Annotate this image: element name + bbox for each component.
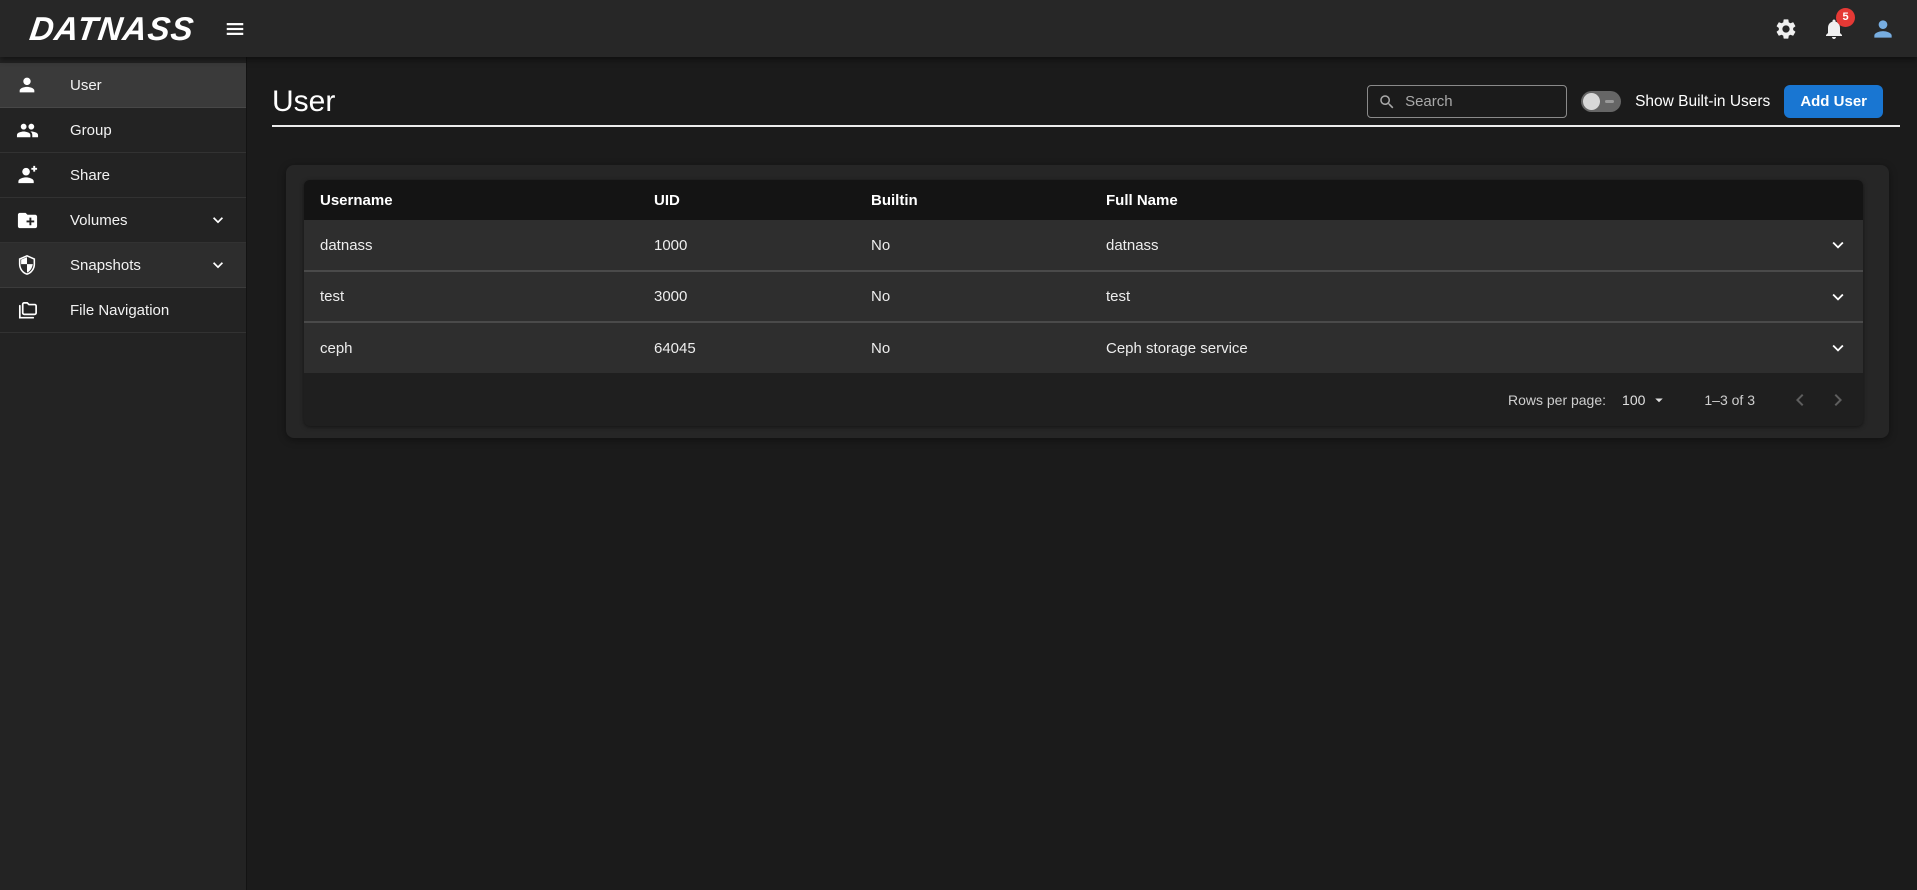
- table-row[interactable]: datnass 1000 No datnass: [304, 220, 1863, 271]
- cell-builtin: No: [855, 321, 1090, 373]
- rows-per-page-label: Rows per page:: [1507, 391, 1607, 408]
- next-page-button[interactable]: [1825, 387, 1851, 413]
- person-icon: [16, 74, 40, 96]
- user-table-paper: Username UID Builtin Full Name datnass 1…: [304, 180, 1863, 426]
- shield-icon: [16, 254, 40, 276]
- sidebar-item-group[interactable]: Group: [0, 108, 246, 153]
- cell-fullname: datnass: [1090, 220, 1807, 271]
- chevron-left-icon: [1796, 393, 1804, 406]
- sidebar-item-label: Group: [70, 121, 112, 139]
- app-logo: DATNASS: [27, 9, 197, 47]
- sidebar-item-snapshots[interactable]: Snapshots: [0, 243, 246, 288]
- cell-username: datnass: [304, 220, 638, 271]
- table-row[interactable]: test 3000 No test: [304, 270, 1863, 322]
- column-header-username: Username: [304, 180, 638, 220]
- table-row[interactable]: ceph 64045 No Ceph storage service: [304, 321, 1863, 373]
- title-divider: [272, 125, 1900, 127]
- user-avatar-icon[interactable]: [1870, 16, 1896, 42]
- column-header-uid: UID: [638, 180, 855, 220]
- page-title: User: [272, 84, 336, 118]
- topbar: DATNASS 5: [0, 0, 1917, 57]
- cell-builtin: No: [855, 220, 1090, 271]
- dropdown-caret-icon: [1655, 398, 1664, 402]
- sidebar-item-file-navigation[interactable]: File Navigation: [0, 288, 246, 333]
- toggle-off-dash: [1605, 100, 1615, 103]
- sidebar-item-user[interactable]: User: [0, 63, 246, 108]
- page-toolbar: Show Built-in Users Add User: [1367, 85, 1883, 118]
- table-header-row: Username UID Builtin Full Name: [304, 180, 1863, 220]
- column-header-builtin: Builtin: [855, 180, 1090, 220]
- table-pagination: Rows per page: 100 1–3 of 3: [304, 373, 1863, 426]
- cell-uid: 64045: [638, 321, 855, 373]
- notifications-icon[interactable]: 5: [1822, 7, 1855, 42]
- sidebar-item-label: Snapshots: [70, 256, 141, 274]
- pagination-range: 1–3 of 3: [1704, 391, 1755, 408]
- sidebar-item-label: File Navigation: [70, 301, 170, 319]
- hamburger-icon: [226, 22, 244, 35]
- rows-per-page-value: 100: [1622, 391, 1646, 408]
- sidebar-item-label: Volumes: [70, 211, 128, 229]
- chevron-down-icon: [1832, 344, 1844, 352]
- rows-per-page-select[interactable]: 100: [1622, 391, 1668, 409]
- menu-icon[interactable]: [220, 14, 250, 44]
- sidebar-item-label: Share: [70, 166, 111, 184]
- add-user-button[interactable]: Add User: [1784, 85, 1883, 118]
- chevron-down-icon: [1832, 241, 1844, 249]
- main-content: User Show Built-in Users Add User: [247, 57, 1917, 890]
- sidebar-item-label: User: [70, 76, 102, 94]
- search-box: [1367, 85, 1568, 118]
- chevron-down-icon: [208, 255, 228, 275]
- previous-page-button[interactable]: [1787, 387, 1813, 413]
- cell-uid: 1000: [638, 220, 855, 271]
- column-header-expand: [1807, 180, 1863, 220]
- cell-fullname: Ceph storage service: [1090, 321, 1807, 373]
- user-table: Username UID Builtin Full Name datnass 1…: [304, 180, 1863, 373]
- person-add-icon: [16, 164, 40, 187]
- search-icon: [1380, 94, 1394, 108]
- topbar-actions: 5: [1774, 7, 1896, 42]
- toggle-label: Show Built-in Users: [1635, 92, 1771, 110]
- table-body: datnass 1000 No datnass test 3000 No tes…: [304, 220, 1863, 373]
- row-expand-button[interactable]: [1827, 234, 1849, 256]
- group-icon: [16, 119, 40, 142]
- sidebar-item-share[interactable]: Share: [0, 153, 246, 198]
- row-expand-button[interactable]: [1827, 286, 1849, 308]
- folders-icon: [16, 299, 40, 322]
- folder-plus-icon: [16, 209, 40, 232]
- cell-username: test: [304, 270, 638, 322]
- toggle-knob: [1583, 93, 1601, 110]
- row-expand-button[interactable]: [1827, 337, 1849, 359]
- sidebar-item-volumes[interactable]: Volumes: [0, 198, 246, 243]
- notification-badge: 5: [1836, 7, 1855, 27]
- user-table-card: Username UID Builtin Full Name datnass 1…: [286, 165, 1889, 438]
- sidebar: User Group Share Volumes Snapshots File …: [0, 57, 247, 890]
- cell-username: ceph: [304, 321, 638, 373]
- cell-fullname: test: [1090, 270, 1807, 322]
- column-header-fullname: Full Name: [1090, 180, 1807, 220]
- chevron-down-icon: [208, 210, 228, 230]
- chevron-down-icon: [1832, 293, 1844, 301]
- settings-icon[interactable]: [1774, 16, 1800, 42]
- cell-builtin: No: [855, 270, 1090, 322]
- cell-uid: 3000: [638, 270, 855, 322]
- search-input[interactable]: [1405, 93, 1557, 110]
- show-builtin-toggle[interactable]: [1581, 91, 1622, 112]
- chevron-right-icon: [1834, 393, 1842, 406]
